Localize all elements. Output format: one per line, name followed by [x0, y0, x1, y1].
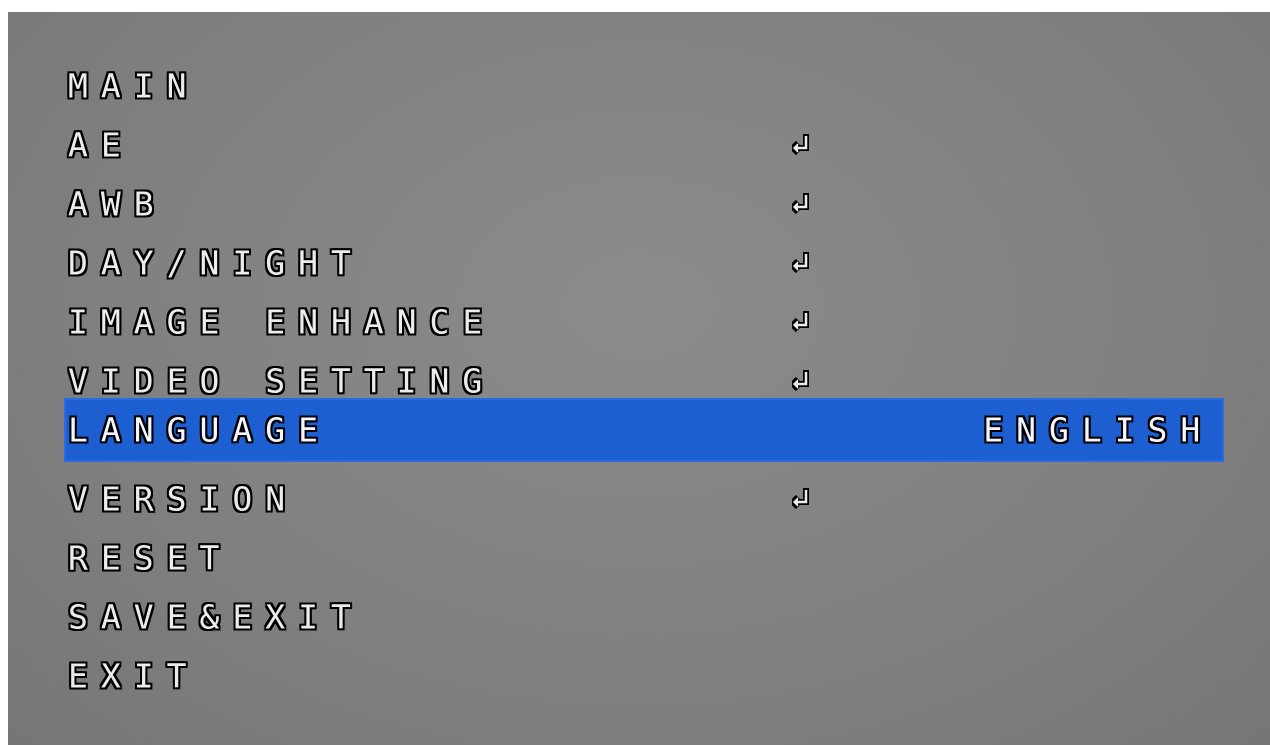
menu-item-language[interactable]: LANGUAGE ENGLISH: [64, 398, 1224, 462]
menu-title-row: MAIN: [8, 54, 1270, 118]
menu-item-day-night[interactable]: DAY/NIGHT: [8, 231, 1270, 295]
menu-item-label: DAY/NIGHT: [68, 243, 364, 283]
menu-item-label: VIDEO SETTING: [68, 361, 496, 401]
menu-item-image-enhance[interactable]: IMAGE ENHANCE: [8, 290, 1270, 354]
enter-return-icon: [792, 311, 809, 333]
menu-item-awb[interactable]: AWB: [8, 172, 1270, 236]
menu-item-label: SAVE&EXIT: [68, 597, 364, 637]
menu-item-label: EXIT: [68, 656, 200, 696]
menu-item-label: RESET: [68, 538, 233, 578]
menu-title: MAIN: [68, 66, 200, 106]
enter-return-icon: [792, 193, 809, 215]
enter-return-icon: [792, 134, 809, 156]
menu-item-label: IMAGE ENHANCE: [68, 302, 496, 342]
enter-return-icon: [792, 252, 809, 274]
menu-item-label: AE: [68, 125, 134, 165]
menu-item-label: LANGUAGE: [68, 410, 331, 450]
menu-item-ae[interactable]: AE: [8, 113, 1270, 177]
enter-return-icon: [792, 488, 809, 510]
menu-item-label: AWB: [68, 184, 167, 224]
menu-item-exit[interactable]: EXIT: [8, 644, 1270, 708]
language-value-selector[interactable]: ENGLISH: [786, 381, 1205, 480]
menu-item-label: VERSION: [68, 479, 299, 519]
language-value: ENGLISH: [983, 410, 1214, 450]
menu-item-reset[interactable]: RESET: [8, 526, 1270, 590]
menu-item-save-exit[interactable]: SAVE&EXIT: [8, 585, 1270, 649]
osd-screen: MAIN AE AWB DAY/NIGHT IMAGE ENHANCE VIDE…: [8, 12, 1270, 745]
menu-item-version[interactable]: VERSION: [8, 467, 1270, 531]
